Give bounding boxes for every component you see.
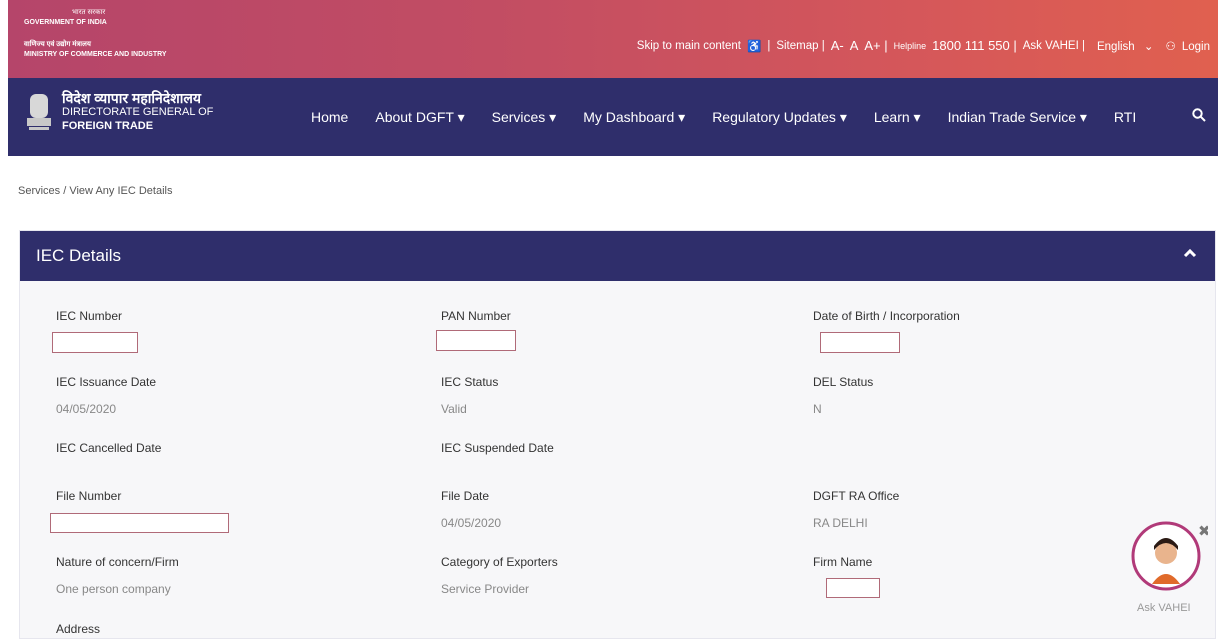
- brand-english-line1: DIRECTORATE GENERAL OF: [62, 106, 214, 118]
- nav-home[interactable]: Home: [311, 109, 348, 126]
- gov-english: GOVERNMENT OF INDIA: [24, 19, 107, 26]
- firm-name-label: Firm Name: [813, 555, 873, 569]
- iec-issuance-date-value: 04/05/2020: [56, 402, 117, 416]
- ra-office-label: DGFT RA Office: [813, 489, 900, 503]
- nav-rti[interactable]: RTI: [1114, 109, 1136, 126]
- ra-office-value: RA DELHI: [813, 516, 868, 530]
- nature-of-concern-label: Nature of concern/Firm: [56, 555, 179, 569]
- address-label: Address: [56, 622, 101, 636]
- login-link[interactable]: ⚇ Login: [1160, 39, 1210, 53]
- firm-name-input[interactable]: [826, 578, 880, 598]
- nav-services[interactable]: Services ▾: [492, 109, 557, 126]
- iec-number-input[interactable]: [52, 332, 138, 353]
- nav-regulatory-updates[interactable]: Regulatory Updates ▾: [712, 109, 847, 126]
- dob-input[interactable]: [820, 332, 900, 353]
- brand-english-line2: FOREIGN TRADE: [62, 120, 154, 132]
- ask-vahei-label[interactable]: Ask VAHEI: [1137, 602, 1191, 614]
- utility-links: Skip to main content ♿ | Sitemap | A- A A…: [636, 38, 1210, 53]
- ministry-hindi: वाणिज्य एवं उद्योग मंत्रालय: [24, 41, 91, 48]
- iec-status-value: Valid: [441, 402, 467, 416]
- iec-issuance-date-label: IEC Issuance Date: [56, 375, 157, 389]
- file-date-label: File Date: [441, 489, 490, 503]
- breadcrumb: Services / View Any IEC Details: [18, 185, 173, 197]
- search-icon[interactable]: [1192, 108, 1206, 122]
- pan-number-label: PAN Number: [441, 309, 511, 323]
- government-header: भारत सरकार GOVERNMENT OF INDIA वाणिज्य ए…: [24, 8, 167, 60]
- category-of-exporters-value: Service Provider: [441, 582, 530, 596]
- pan-number-input[interactable]: [436, 330, 516, 351]
- nav-learn[interactable]: Learn ▾: [874, 109, 921, 126]
- dob-label: Date of Birth / Incorporation: [813, 309, 960, 323]
- ask-vahei-link[interactable]: Ask VAHEI |: [1023, 40, 1085, 52]
- national-emblem-icon: [27, 94, 51, 130]
- ministry-english: MINISTRY OF COMMERCE AND INDUSTRY: [24, 51, 167, 58]
- language-select[interactable]: English ⌄: [1091, 39, 1154, 53]
- font-decrease-button[interactable]: A-: [831, 38, 844, 53]
- helpline-number[interactable]: 1800 111 550 |: [932, 38, 1017, 53]
- top-bar: भारत सरकार GOVERNMENT OF INDIA वाणिज्य ए…: [8, 0, 1218, 78]
- del-status-label: DEL Status: [813, 375, 874, 389]
- font-normal-button[interactable]: A: [850, 38, 859, 53]
- chevron-down-icon: ⌄: [1143, 40, 1154, 53]
- nav-indian-trade-service[interactable]: Indian Trade Service ▾: [948, 109, 1087, 126]
- nav-my-dashboard[interactable]: My Dashboard ▾: [583, 109, 685, 126]
- chevron-up-icon[interactable]: [1183, 248, 1197, 258]
- close-icon: ✖: [1198, 523, 1208, 540]
- sitemap-link[interactable]: Sitemap |: [776, 40, 824, 52]
- nav-menu: Home About DGFT ▾ Services ▾ My Dashboar…: [311, 109, 1163, 126]
- gov-hindi: भारत सरकार: [72, 9, 106, 16]
- accessibility-icon[interactable]: ♿: [747, 39, 761, 53]
- file-date-value: 04/05/2020: [441, 516, 502, 530]
- panel-title: IEC Details: [36, 246, 122, 265]
- del-status-value: N: [813, 402, 822, 416]
- skip-link[interactable]: Skip to main content: [637, 40, 741, 52]
- font-increase-button[interactable]: A+ |: [864, 38, 887, 53]
- iec-status-label: IEC Status: [441, 375, 499, 389]
- brand-hindi: विदेश व्यापार महानिदेशालय: [62, 90, 202, 106]
- ask-vahei-widget[interactable]: ✖ Ask VAHEI: [1128, 520, 1211, 620]
- iec-suspended-date-label: IEC Suspended Date: [441, 441, 554, 455]
- file-number-input[interactable]: [50, 513, 229, 533]
- panel-header[interactable]: IEC Details: [20, 231, 1215, 281]
- iec-details-panel: IEC Details IEC Number PAN Number Date o…: [19, 230, 1216, 639]
- iec-number-label: IEC Number: [56, 309, 123, 323]
- nav-about-dgft[interactable]: About DGFT ▾: [375, 109, 464, 126]
- iec-cancelled-date-label: IEC Cancelled Date: [56, 441, 162, 455]
- brand-logo[interactable]: विदेश व्यापार महानिदेशालय DIRECTORATE GE…: [62, 91, 213, 133]
- helpline-label: Helpline: [893, 40, 927, 51]
- user-icon: ⚇: [1165, 40, 1176, 53]
- category-of-exporters-label: Category of Exporters: [441, 555, 558, 569]
- file-number-label: File Number: [56, 489, 122, 503]
- nature-of-concern-value: One person company: [56, 582, 171, 596]
- main-navbar: विदेश व्यापार महानिदेशालय DIRECTORATE GE…: [8, 78, 1218, 156]
